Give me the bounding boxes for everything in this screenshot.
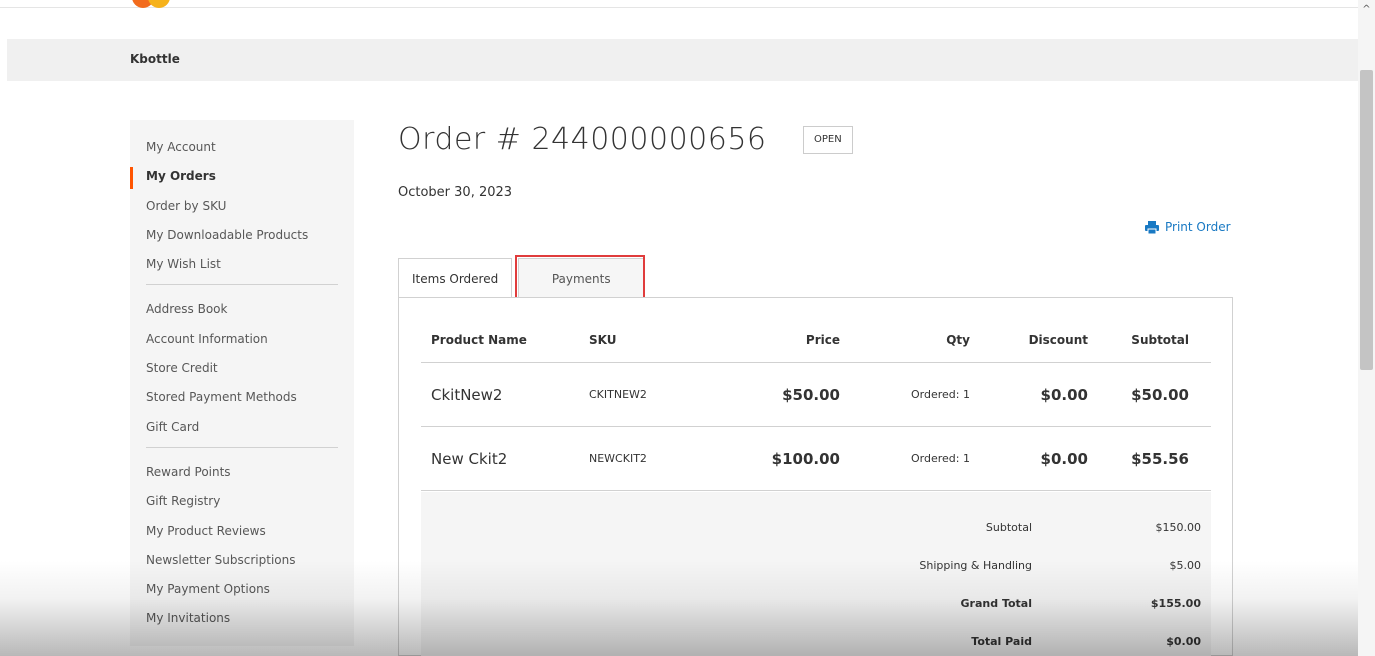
header-qty: Qty [946,333,970,347]
totals-label: Subtotal [985,520,1032,534]
items-ordered-panel: Product Name SKU Price Qty Discount Subt… [398,297,1233,656]
sidebar-item-gift-registry[interactable]: Gift Registry [130,492,354,521]
totals-value: $5.00 [1169,558,1202,572]
totals-row-subtotal: Subtotal $150.00 [421,508,1211,546]
page-title: Order # 244000000656 [398,122,767,157]
sidebar-item-downloadable-products[interactable]: My Downloadable Products [130,226,354,255]
top-header [0,0,1358,8]
header-discount: Discount [1028,333,1088,347]
product-price: $100.00 [771,449,840,468]
sidebar-item-stored-payment-methods[interactable]: Stored Payment Methods [130,388,354,417]
tab-items-ordered[interactable]: Items Ordered [398,258,513,299]
sidebar-divider [146,446,338,448]
totals-label: Grand Total [960,596,1032,610]
header-sku: SKU [589,333,617,347]
totals-value: $155.00 [1150,596,1201,610]
table-row: CkitNew2 CKITNEW2 $50.00 Ordered: 1 $0.0… [421,363,1211,427]
scroll-thumb[interactable] [1360,70,1373,370]
table-header: Product Name SKU Price Qty Discount Subt… [421,318,1211,363]
items-table: Product Name SKU Price Qty Discount Subt… [421,318,1211,491]
product-subtotal: $50.00 [1131,385,1189,404]
totals-label: Total Paid [971,634,1032,648]
sidebar-item-product-reviews[interactable]: My Product Reviews [130,522,354,551]
order-date: October 30, 2023 [398,185,513,200]
sidebar-item-invitations[interactable]: My Invitations [130,609,354,638]
sidebar-item-my-orders[interactable]: My Orders [130,167,354,196]
chevron-up-icon[interactable]: ^ [1361,4,1372,15]
product-qty: Ordered: 1 [911,388,970,401]
highlight-box [515,255,646,301]
product-sku: CKITNEW2 [589,388,647,401]
header-product-name: Product Name [431,333,527,347]
logo-shape-yellow [148,0,170,8]
product-name: New Ckit2 [431,449,508,468]
sidebar-item-gift-card[interactable]: Gift Card [130,418,354,447]
breadcrumb-bar: Kbottle [7,39,1358,81]
order-totals: Subtotal $150.00 Shipping & Handling $5.… [421,492,1211,656]
product-qty: Ordered: 1 [911,452,970,465]
sidebar-item-wish-list[interactable]: My Wish List [130,255,354,284]
sidebar-item-reward-points[interactable]: Reward Points [130,463,354,492]
sidebar-item-newsletter-subscriptions[interactable]: Newsletter Subscriptions [130,551,354,580]
product-discount: $0.00 [1040,449,1088,468]
totals-row-grand-total: Grand Total $155.00 [421,584,1211,622]
totals-value: $0.00 [1166,634,1201,648]
print-order-label: Print Order [1165,220,1231,234]
totals-label: Shipping & Handling [919,558,1032,572]
sidebar-item-payment-options[interactable]: My Payment Options [130,580,354,609]
product-price: $50.00 [782,385,840,404]
totals-value: $150.00 [1155,520,1202,534]
product-name: CkitNew2 [431,385,503,404]
sidebar-item-address-book[interactable]: Address Book [130,300,354,329]
sidebar-item-my-account[interactable]: My Account [130,138,354,167]
sidebar-divider [146,284,338,286]
print-order-link[interactable]: Print Order [1145,220,1231,234]
status-badge: OPEN [803,126,853,154]
sidebar-item-store-credit[interactable]: Store Credit [130,359,354,388]
order-tabs: Items Ordered Payments [398,255,650,301]
sidebar-item-account-information[interactable]: Account Information [130,330,354,359]
product-discount: $0.00 [1040,385,1088,404]
totals-row-shipping: Shipping & Handling $5.00 [421,546,1211,584]
header-price: Price [805,333,840,347]
table-row: New Ckit2 NEWCKIT2 $100.00 Ordered: 1 $0… [421,427,1211,491]
totals-row-total-paid: Total Paid $0.00 [421,622,1211,656]
account-sidebar: My Account My Orders Order by SKU My Dow… [130,120,354,646]
page-scrollbar[interactable]: ^ [1358,0,1375,656]
store-name[interactable]: Kbottle [130,52,180,66]
printer-icon [1145,220,1159,234]
store-logo[interactable] [130,0,174,16]
product-subtotal: $55.56 [1131,449,1189,468]
sidebar-item-order-by-sku[interactable]: Order by SKU [130,197,354,226]
header-subtotal: Subtotal [1131,333,1189,347]
product-sku: NEWCKIT2 [589,452,647,465]
tab-payments[interactable]: Payments [515,255,646,301]
